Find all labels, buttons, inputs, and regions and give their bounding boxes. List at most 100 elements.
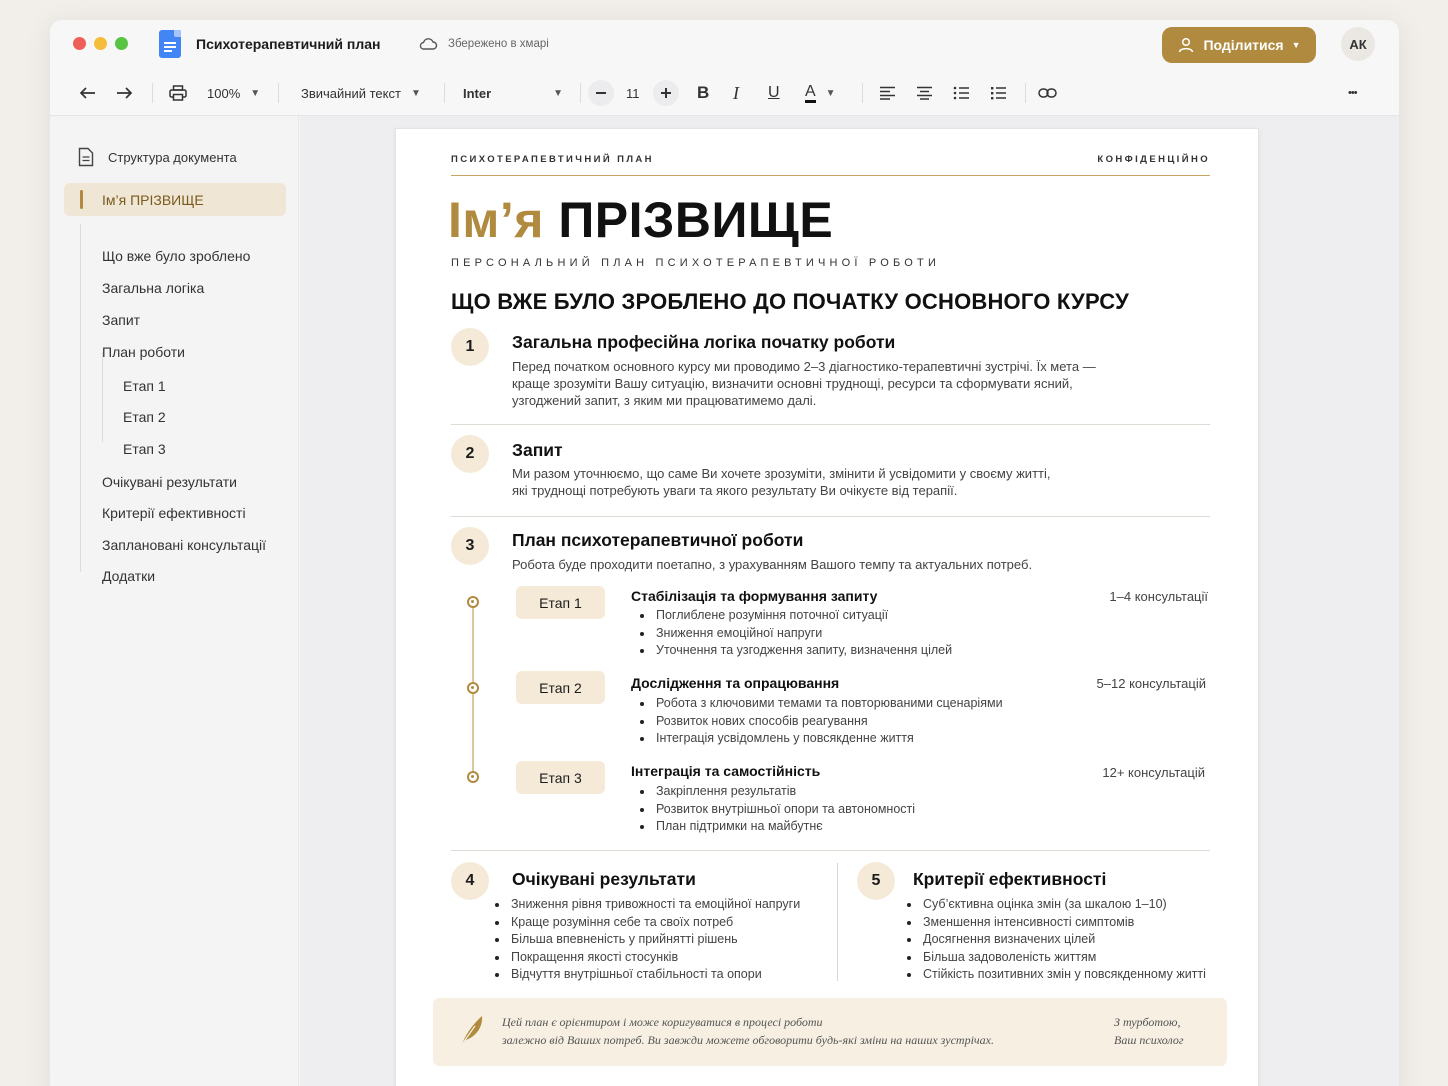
list-item: Поглиблене розуміння поточної ситуації xyxy=(638,607,952,625)
section-title: План психотерапевтичної роботи xyxy=(512,530,804,550)
timeline-dot xyxy=(467,596,479,608)
bullet-list-icon xyxy=(953,86,969,100)
list-item: Більша задоволеність життям xyxy=(905,949,1206,967)
outline-item-stage-3[interactable]: Етап 3 xyxy=(123,441,166,457)
list-item: План підтримки на майбутнє xyxy=(638,818,915,836)
section-number-badge: 5 xyxy=(857,862,895,900)
document-canvas[interactable]: ПСИХОТЕРАПЕВТИЧНИЙ ПЛАН КОНФІДЕНЦІЙНО Ім… xyxy=(300,116,1399,1086)
outline-item-results[interactable]: Очікувані результати xyxy=(102,474,237,490)
client-name: Ім’я ПРІЗВИЩЕ xyxy=(448,191,833,249)
share-button[interactable]: Поділитися ▼ xyxy=(1162,27,1316,63)
share-label: Поділитися xyxy=(1203,37,1284,53)
timeline-dot xyxy=(467,771,479,783)
stage-tag: Етап 1 xyxy=(516,586,605,619)
section-text: Ми разом уточнюємо, що саме Ви хочете зр… xyxy=(512,466,1051,498)
outline-item-done[interactable]: Що вже було зроблено xyxy=(102,248,250,264)
list-item: Зниження емоційної напруги xyxy=(638,625,952,643)
timeline-dot xyxy=(467,682,479,694)
bold-button[interactable]: B xyxy=(697,70,709,116)
text-style-select[interactable]: Звичайний текст ▼ xyxy=(301,70,421,116)
stage-title: Стабілізація та формування запиту xyxy=(631,588,878,604)
title-bar: Психотерапевтичний план Збережено в хмар… xyxy=(50,20,1399,70)
stage-bullet-list: Робота з ключовими темами та повторювани… xyxy=(638,695,1003,748)
zoom-select[interactable]: 100% ▼ xyxy=(207,70,260,116)
decrease-font-button[interactable] xyxy=(588,70,614,116)
undo-button[interactable] xyxy=(79,70,96,116)
document-outline-icon xyxy=(78,147,94,167)
toolbar: 100% ▼ Звичайний текст ▼ Inter ▼ 11 B I xyxy=(50,70,1399,116)
chevron-down-icon: ▼ xyxy=(553,87,564,99)
outline-item-name[interactable]: Ім’я ПРІЗВИЩЕ xyxy=(64,183,286,216)
maximize-window-button[interactable] xyxy=(115,37,128,50)
chevron-down-icon: ▼ xyxy=(1291,40,1301,50)
minus-icon xyxy=(588,80,614,106)
numbered-list-button[interactable] xyxy=(990,70,1007,116)
list-item: Зниження рівня тривожності та емоційної … xyxy=(493,896,800,914)
more-options-button[interactable]: ••• xyxy=(1348,70,1358,116)
text-style-value: Звичайний текст xyxy=(301,85,401,101)
chevron-down-icon: ▼ xyxy=(250,87,261,99)
align-left-icon xyxy=(880,86,895,100)
section-title: Загальна професійна логіка початку робот… xyxy=(512,332,896,352)
outline-item-criteria[interactable]: Критерії ефективності xyxy=(102,505,246,521)
print-button[interactable] xyxy=(169,70,187,116)
section-divider xyxy=(451,424,1210,425)
outline-item-stage-1[interactable]: Етап 1 xyxy=(123,378,166,394)
list-item: Краще розуміння себе та своїх потреб xyxy=(493,914,800,932)
closing-note: Цей план є орієнтиром і може коригуватис… xyxy=(433,998,1227,1066)
italic-button[interactable]: I xyxy=(733,70,739,116)
section-title: Очікувані результати xyxy=(512,869,696,889)
bullet-list-button[interactable] xyxy=(953,70,970,116)
note-text: Цей план є орієнтиром і може коригуватис… xyxy=(502,1015,994,1047)
text-color-button[interactable]: A ▼ xyxy=(805,70,836,116)
outline-item-stage-2[interactable]: Етап 2 xyxy=(123,409,166,425)
outline-header: Структура документа xyxy=(78,147,237,167)
column-divider xyxy=(837,863,838,981)
avatar[interactable]: АК xyxy=(1341,27,1375,61)
section-title: Запит xyxy=(512,440,563,460)
minimize-window-button[interactable] xyxy=(94,37,107,50)
main-heading: ЩО ВЖЕ БУЛО ЗРОБЛЕНО ДО ПОЧАТКУ ОСНОВНОГ… xyxy=(451,289,1129,314)
chevron-down-icon: ▼ xyxy=(825,87,836,99)
font-select[interactable]: Inter ▼ xyxy=(463,70,563,116)
list-item: Інтеграція усвідомлень у повсякденне жит… xyxy=(638,730,1003,748)
font-value: Inter xyxy=(463,85,492,101)
align-center-button[interactable] xyxy=(916,70,933,116)
arrow-right-icon xyxy=(117,87,133,99)
outline-header-label: Структура документа xyxy=(108,149,237,165)
plus-icon xyxy=(653,80,679,106)
document-title[interactable]: Психотерапевтичний план xyxy=(196,36,380,52)
user-icon xyxy=(1179,37,1194,53)
outline-item-request[interactable]: Запит xyxy=(102,312,140,328)
stage-tag: Етап 3 xyxy=(516,761,605,794)
app-window: Психотерапевтичний план Збережено в хмар… xyxy=(50,20,1399,1086)
outline-item-consultations[interactable]: Заплановані консультації xyxy=(102,537,266,553)
list-item: Стійкість позитивних змін у повсякденном… xyxy=(905,966,1206,984)
stage-consultation-count: 12+ консультацій xyxy=(1102,765,1205,780)
align-center-icon xyxy=(917,86,932,100)
align-left-button[interactable] xyxy=(879,70,896,116)
header-divider xyxy=(451,175,1210,176)
outline-item-appendix[interactable]: Додатки xyxy=(102,568,155,584)
redo-button[interactable] xyxy=(116,70,133,116)
section-number-badge: 4 xyxy=(451,862,489,900)
underline-button[interactable]: U xyxy=(768,70,780,116)
list-item: Покращення якості стосунків xyxy=(493,949,800,967)
section-number-badge: 3 xyxy=(451,527,489,565)
section-number-badge: 2 xyxy=(451,435,489,473)
stage-bullet-list: Закріплення результатів Розвиток внутріш… xyxy=(638,783,915,836)
increase-font-button[interactable] xyxy=(653,70,679,116)
list-item: Уточнення та узгодження запиту, визначен… xyxy=(638,642,952,660)
outline-item-logic[interactable]: Загальна логіка xyxy=(102,280,204,296)
close-window-button[interactable] xyxy=(73,37,86,50)
font-size-value[interactable]: 11 xyxy=(626,70,640,116)
stage-tag: Етап 2 xyxy=(516,671,605,704)
outline-item-plan[interactable]: План роботи xyxy=(102,344,185,360)
arrow-left-icon xyxy=(79,87,95,99)
feather-icon xyxy=(459,1016,483,1048)
stage-consultation-count: 1–4 консультації xyxy=(1109,589,1208,604)
insert-link-button[interactable] xyxy=(1038,70,1057,116)
list-item: Суб’єктивна оцінка змін (за шкалою 1–10) xyxy=(905,896,1206,914)
section-title: Критерії ефективності xyxy=(913,869,1107,889)
document-page[interactable]: ПСИХОТЕРАПЕВТИЧНИЙ ПЛАН КОНФІДЕНЦІЙНО Ім… xyxy=(395,128,1259,1086)
